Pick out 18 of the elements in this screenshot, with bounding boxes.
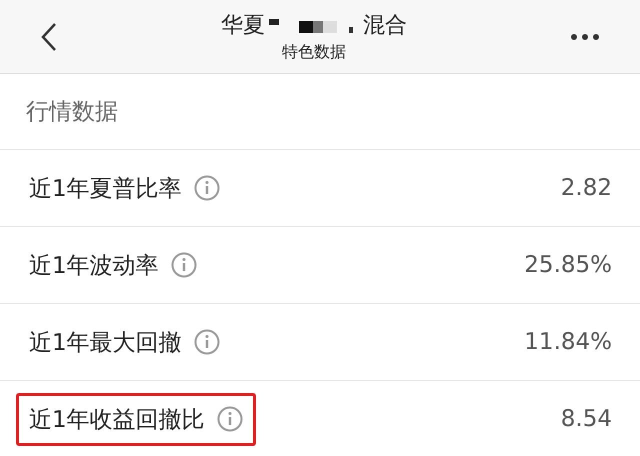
row-label: 近1年收益回撤比: [29, 406, 205, 434]
info-icon[interactable]: [216, 406, 243, 432]
info-icon[interactable]: [194, 175, 220, 201]
info-icon[interactable]: [170, 252, 197, 278]
back-icon[interactable]: [40, 22, 58, 52]
subtitle: 特色数据: [282, 42, 346, 63]
title-text: 混合: [363, 12, 407, 40]
row-value: 2.82: [560, 175, 612, 201]
more-icon[interactable]: [570, 32, 600, 40]
info-icon[interactable]: [194, 329, 220, 355]
row-label: 近1年最大回撤: [29, 328, 182, 358]
title-text: 华夏: [221, 12, 265, 40]
row-label: 近1年夏普比率: [29, 174, 182, 204]
row-value: 25.85%: [524, 252, 612, 278]
row-value: 8.54: [560, 406, 612, 432]
row-value: 11.84%: [524, 329, 612, 355]
section-title: 行情数据: [26, 98, 118, 127]
row-label: 近1年波动率: [29, 252, 159, 280]
